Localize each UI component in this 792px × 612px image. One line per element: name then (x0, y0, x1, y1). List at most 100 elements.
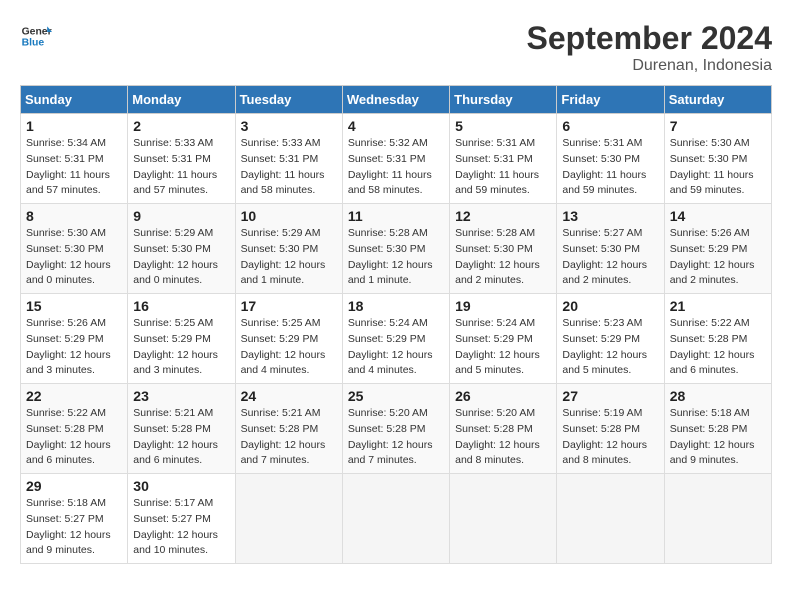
day-cell: 6 Sunrise: 5:31 AM Sunset: 5:30 PM Daylig… (557, 114, 664, 204)
day-cell (557, 474, 664, 564)
col-header-wednesday: Wednesday (342, 86, 449, 114)
day-cell: 23 Sunrise: 5:21 AM Sunset: 5:28 PM Dayli… (128, 384, 235, 474)
day-info: Sunrise: 5:28 AM Sunset: 5:30 PM Dayligh… (455, 226, 551, 289)
day-cell: 1Sunrise: 5:34 AM Sunset: 5:31 PM Daylig… (21, 114, 128, 204)
day-info: Sunrise: 5:20 AM Sunset: 5:28 PM Dayligh… (455, 406, 551, 469)
week-row-3: 15 Sunrise: 5:26 AM Sunset: 5:29 PM Dayli… (21, 294, 772, 384)
day-number: 22 (26, 388, 122, 404)
day-number: 19 (455, 298, 551, 314)
week-row-1: 1Sunrise: 5:34 AM Sunset: 5:31 PM Daylig… (21, 114, 772, 204)
day-number: 18 (348, 298, 444, 314)
day-number: 15 (26, 298, 122, 314)
day-number: 6 (562, 118, 658, 134)
day-number: 23 (133, 388, 229, 404)
svg-text:Blue: Blue (22, 38, 45, 49)
day-number: 12 (455, 208, 551, 224)
day-info: Sunrise: 5:18 AM Sunset: 5:27 PM Dayligh… (26, 496, 122, 559)
day-number: 24 (241, 388, 337, 404)
day-cell: 22 Sunrise: 5:22 AM Sunset: 5:28 PM Dayli… (21, 384, 128, 474)
day-info: Sunrise: 5:27 AM Sunset: 5:30 PM Dayligh… (562, 226, 658, 289)
day-cell: 30Sunrise: 5:17 AM Sunset: 5:27 PM Dayli… (128, 474, 235, 564)
week-row-2: 8 Sunrise: 5:30 AM Sunset: 5:30 PM Daylig… (21, 204, 772, 294)
day-number: 4 (348, 118, 444, 134)
day-number: 2 (133, 118, 229, 134)
col-header-monday: Monday (128, 86, 235, 114)
day-number: 14 (670, 208, 766, 224)
day-info: Sunrise: 5:33 AM Sunset: 5:31 PM Dayligh… (241, 136, 337, 199)
day-number: 29 (26, 478, 122, 494)
day-info: Sunrise: 5:32 AM Sunset: 5:31 PM Dayligh… (348, 136, 444, 199)
day-cell: 21Sunrise: 5:22 AM Sunset: 5:28 PM Dayli… (664, 294, 771, 384)
day-number: 20 (562, 298, 658, 314)
day-cell: 2 Sunrise: 5:33 AM Sunset: 5:31 PM Daylig… (128, 114, 235, 204)
day-info: Sunrise: 5:24 AM Sunset: 5:29 PM Dayligh… (455, 316, 551, 379)
col-header-tuesday: Tuesday (235, 86, 342, 114)
day-number: 16 (133, 298, 229, 314)
day-info: Sunrise: 5:30 AM Sunset: 5:30 PM Dayligh… (26, 226, 122, 289)
day-info: Sunrise: 5:22 AM Sunset: 5:28 PM Dayligh… (26, 406, 122, 469)
day-number: 9 (133, 208, 229, 224)
day-cell: 27 Sunrise: 5:19 AM Sunset: 5:28 PM Dayli… (557, 384, 664, 474)
day-info: Sunrise: 5:19 AM Sunset: 5:28 PM Dayligh… (562, 406, 658, 469)
logo: General Blue (20, 20, 52, 52)
col-header-friday: Friday (557, 86, 664, 114)
day-info: Sunrise: 5:26 AM Sunset: 5:29 PM Dayligh… (670, 226, 766, 289)
location: Durenan, Indonesia (527, 57, 772, 75)
day-info: Sunrise: 5:31 AM Sunset: 5:31 PM Dayligh… (455, 136, 551, 199)
day-cell: 15 Sunrise: 5:26 AM Sunset: 5:29 PM Dayli… (21, 294, 128, 384)
calendar-table: SundayMondayTuesdayWednesdayThursdayFrid… (20, 85, 772, 564)
day-info: Sunrise: 5:24 AM Sunset: 5:29 PM Dayligh… (348, 316, 444, 379)
day-cell (342, 474, 449, 564)
day-cell: 28 Sunrise: 5:18 AM Sunset: 5:28 PM Dayli… (664, 384, 771, 474)
month-title: September 2024 (527, 20, 772, 57)
col-header-saturday: Saturday (664, 86, 771, 114)
day-number: 11 (348, 208, 444, 224)
title-area: September 2024 Durenan, Indonesia (527, 20, 772, 75)
day-info: Sunrise: 5:31 AM Sunset: 5:30 PM Dayligh… (562, 136, 658, 199)
day-cell: 8 Sunrise: 5:30 AM Sunset: 5:30 PM Daylig… (21, 204, 128, 294)
day-info: Sunrise: 5:21 AM Sunset: 5:28 PM Dayligh… (133, 406, 229, 469)
day-cell: 14 Sunrise: 5:26 AM Sunset: 5:29 PM Dayli… (664, 204, 771, 294)
day-info: Sunrise: 5:17 AM Sunset: 5:27 PM Dayligh… (133, 496, 229, 559)
col-header-thursday: Thursday (450, 86, 557, 114)
day-info: Sunrise: 5:29 AM Sunset: 5:30 PM Dayligh… (133, 226, 229, 289)
day-info: Sunrise: 5:18 AM Sunset: 5:28 PM Dayligh… (670, 406, 766, 469)
day-number: 27 (562, 388, 658, 404)
day-cell: 10 Sunrise: 5:29 AM Sunset: 5:30 PM Dayli… (235, 204, 342, 294)
day-info: Sunrise: 5:28 AM Sunset: 5:30 PM Dayligh… (348, 226, 444, 289)
day-info: Sunrise: 5:21 AM Sunset: 5:28 PM Dayligh… (241, 406, 337, 469)
day-info: Sunrise: 5:26 AM Sunset: 5:29 PM Dayligh… (26, 316, 122, 379)
day-number: 26 (455, 388, 551, 404)
day-info: Sunrise: 5:25 AM Sunset: 5:29 PM Dayligh… (241, 316, 337, 379)
day-number: 8 (26, 208, 122, 224)
day-info: Sunrise: 5:34 AM Sunset: 5:31 PM Dayligh… (26, 136, 122, 199)
day-info: Sunrise: 5:23 AM Sunset: 5:29 PM Dayligh… (562, 316, 658, 379)
day-cell: 19 Sunrise: 5:24 AM Sunset: 5:29 PM Dayli… (450, 294, 557, 384)
day-cell: 5 Sunrise: 5:31 AM Sunset: 5:31 PM Daylig… (450, 114, 557, 204)
day-info: Sunrise: 5:33 AM Sunset: 5:31 PM Dayligh… (133, 136, 229, 199)
day-number: 28 (670, 388, 766, 404)
day-info: Sunrise: 5:30 AM Sunset: 5:30 PM Dayligh… (670, 136, 766, 199)
day-number: 17 (241, 298, 337, 314)
day-cell: 24 Sunrise: 5:21 AM Sunset: 5:28 PM Dayli… (235, 384, 342, 474)
day-number: 25 (348, 388, 444, 404)
day-info: Sunrise: 5:25 AM Sunset: 5:29 PM Dayligh… (133, 316, 229, 379)
day-cell: 11 Sunrise: 5:28 AM Sunset: 5:30 PM Dayli… (342, 204, 449, 294)
col-header-sunday: Sunday (21, 86, 128, 114)
day-cell: 18 Sunrise: 5:24 AM Sunset: 5:29 PM Dayli… (342, 294, 449, 384)
day-number: 5 (455, 118, 551, 134)
day-info: Sunrise: 5:20 AM Sunset: 5:28 PM Dayligh… (348, 406, 444, 469)
day-info: Sunrise: 5:29 AM Sunset: 5:30 PM Dayligh… (241, 226, 337, 289)
day-number: 3 (241, 118, 337, 134)
day-cell: 29 Sunrise: 5:18 AM Sunset: 5:27 PM Dayli… (21, 474, 128, 564)
day-number: 10 (241, 208, 337, 224)
week-row-5: 29 Sunrise: 5:18 AM Sunset: 5:27 PM Dayli… (21, 474, 772, 564)
day-cell: 20 Sunrise: 5:23 AM Sunset: 5:29 PM Dayli… (557, 294, 664, 384)
day-cell (450, 474, 557, 564)
day-number: 7 (670, 118, 766, 134)
day-number: 21 (670, 298, 766, 314)
day-cell (664, 474, 771, 564)
day-cell: 9 Sunrise: 5:29 AM Sunset: 5:30 PM Daylig… (128, 204, 235, 294)
day-cell: 4 Sunrise: 5:32 AM Sunset: 5:31 PM Daylig… (342, 114, 449, 204)
week-row-4: 22 Sunrise: 5:22 AM Sunset: 5:28 PM Dayli… (21, 384, 772, 474)
